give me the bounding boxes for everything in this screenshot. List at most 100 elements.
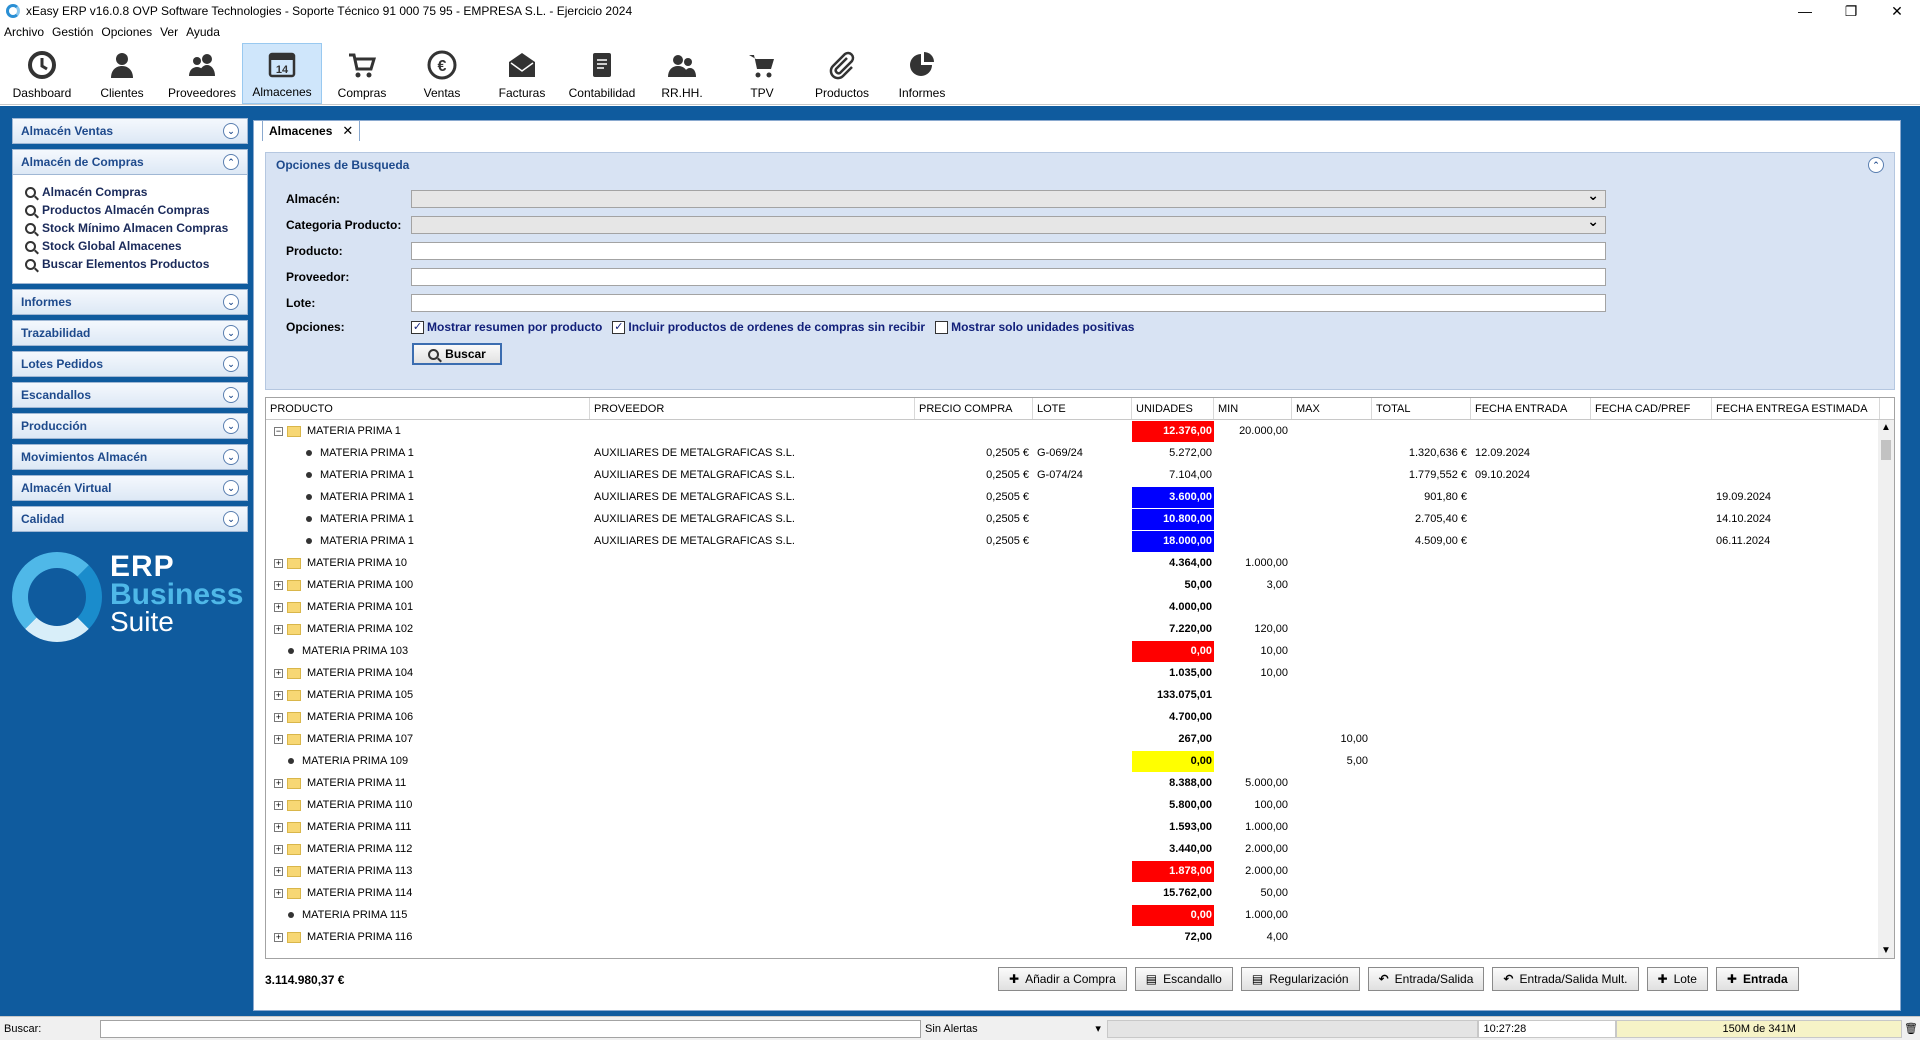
menu-opciones[interactable]: Opciones <box>101 25 152 39</box>
vertical-scrollbar[interactable]: ▲ ▼ <box>1878 420 1894 958</box>
column-header[interactable]: MIN <box>1214 398 1292 419</box>
sidebar-item-buscar-elementos[interactable]: Buscar Elementos Productos <box>25 255 235 273</box>
table-row[interactable]: + MATERIA PRIMA 105 133.075,01 <box>266 684 1894 706</box>
alerts-select[interactable]: Sin Alertas ▾ <box>921 1020 1107 1038</box>
sidebar-section-movimientos[interactable]: Movimientos Almacén ⌄ <box>12 444 248 470</box>
tab-almacenes[interactable]: Almacenes ✕ <box>262 120 361 141</box>
option-positivas-checkbox[interactable]: Mostrar solo unidades positivas <box>935 320 1134 334</box>
sidebar-section-informes[interactable]: Informes ⌄ <box>12 289 248 315</box>
close-window-button[interactable]: ✕ <box>1874 0 1920 22</box>
action-button-a-adir-a-compra[interactable]: ✚ Añadir a Compra <box>998 967 1127 991</box>
table-row[interactable]: + MATERIA PRIMA 100 50,00 3,00 <box>266 574 1894 596</box>
table-row[interactable]: MATERIA PRIMA 115 0,00 1.000,00 <box>266 904 1894 926</box>
toolbar-dashboard[interactable]: Dashboard <box>2 43 82 104</box>
expand-icon[interactable]: + <box>274 712 283 722</box>
proveedor-input[interactable] <box>411 268 1606 286</box>
sidebar-section-produccion[interactable]: Producción ⌄ <box>12 413 248 439</box>
close-tab-icon[interactable]: ✕ <box>342 123 353 139</box>
action-button-escandallo[interactable]: ▤ Escandallo <box>1134 967 1233 991</box>
menu-archivo[interactable]: Archivo <box>4 25 44 39</box>
table-row[interactable]: − MATERIA PRIMA 1 12.376,00 20.000,00 <box>266 420 1894 442</box>
table-row[interactable]: + MATERIA PRIMA 111 1.593,00 1.000,00 <box>266 816 1894 838</box>
option-ordenes-checkbox[interactable]: ✓ Incluir productos de ordenes de compras… <box>612 320 925 334</box>
toolbar-clientes[interactable]: Clientes <box>82 43 162 104</box>
sidebar-item-productos-almacen[interactable]: Productos Almacén Compras <box>25 201 235 219</box>
sidebar-item-stock-minimo[interactable]: Stock Mínimo Almacen Compras <box>25 219 235 237</box>
table-row[interactable]: + MATERIA PRIMA 116 72,00 4,00 <box>266 926 1894 948</box>
table-row[interactable]: + MATERIA PRIMA 114 15.762,00 50,00 <box>266 882 1894 904</box>
column-header[interactable]: PRECIO COMPRA <box>915 398 1033 419</box>
expand-icon[interactable]: + <box>274 822 283 832</box>
toolbar-ventas[interactable]: € Ventas <box>402 43 482 104</box>
table-row[interactable]: MATERIA PRIMA 1 AUXILIARES DE METALGRAFIC… <box>266 508 1894 530</box>
sidebar-section-trazabilidad[interactable]: Trazabilidad ⌄ <box>12 320 248 346</box>
action-button-entrada-salida[interactable]: ↶ Entrada/Salida <box>1367 967 1485 991</box>
table-row[interactable]: MATERIA PRIMA 1 AUXILIARES DE METALGRAFIC… <box>266 530 1894 552</box>
sidebar-section-calidad[interactable]: Calidad ⌄ <box>12 506 248 532</box>
menu-ver[interactable]: Ver <box>160 25 178 39</box>
toolbar-informes[interactable]: Informes <box>882 43 962 104</box>
scroll-down-icon[interactable]: ▼ <box>1881 945 1891 956</box>
producto-input[interactable] <box>411 242 1606 260</box>
table-row[interactable]: + MATERIA PRIMA 106 4.700,00 <box>266 706 1894 728</box>
column-header[interactable]: TOTAL <box>1372 398 1471 419</box>
table-row[interactable]: + MATERIA PRIMA 11 8.388,00 5.000,00 <box>266 772 1894 794</box>
search-panel-header[interactable]: Opciones de Busqueda ⌃ <box>266 153 1894 177</box>
table-row[interactable]: + MATERIA PRIMA 112 3.440,00 2.000,00 <box>266 838 1894 860</box>
column-header[interactable]: MAX <box>1292 398 1372 419</box>
table-row[interactable]: + MATERIA PRIMA 101 4.000,00 <box>266 596 1894 618</box>
table-row[interactable]: MATERIA PRIMA 1 AUXILIARES DE METALGRAFIC… <box>266 442 1894 464</box>
expand-icon[interactable]: + <box>274 668 283 678</box>
garbage-collect-icon[interactable]: 🗑 <box>1902 1022 1920 1035</box>
toolbar-rrhh[interactable]: RR.HH. <box>642 43 722 104</box>
toolbar-almacenes[interactable]: 14 Almacenes <box>242 43 322 104</box>
table-row[interactable]: + MATERIA PRIMA 104 1.035,00 10,00 <box>266 662 1894 684</box>
column-header[interactable]: FECHA ENTRADA <box>1471 398 1591 419</box>
scroll-thumb[interactable] <box>1881 440 1891 460</box>
expand-icon[interactable]: + <box>274 690 283 700</box>
sidebar-section-lotes-pedidos[interactable]: Lotes Pedidos ⌄ <box>12 351 248 377</box>
sidebar-section-almacen-ventas[interactable]: Almacén Ventas ⌄ <box>12 118 248 144</box>
expand-icon[interactable]: + <box>274 866 283 876</box>
menu-gestion[interactable]: Gestión <box>52 25 93 39</box>
sidebar-section-almacen-compras[interactable]: Almacén de Compras ⌃ <box>12 149 248 175</box>
action-button-entrada[interactable]: ✚ Entrada <box>1715 967 1799 991</box>
maximize-button[interactable]: ❐ <box>1828 0 1874 22</box>
expand-icon[interactable]: + <box>274 778 283 788</box>
expand-icon[interactable]: + <box>274 602 283 612</box>
table-row[interactable]: + MATERIA PRIMA 107 267,00 10,00 <box>266 728 1894 750</box>
expand-icon[interactable]: + <box>274 734 283 744</box>
expand-icon[interactable]: + <box>274 844 283 854</box>
sidebar-item-stock-global[interactable]: Stock Global Almacenes <box>25 237 235 255</box>
buscar-button[interactable]: Buscar <box>412 343 502 365</box>
collapse-icon[interactable]: − <box>274 426 283 436</box>
scroll-up-icon[interactable]: ▲ <box>1881 422 1891 433</box>
column-header[interactable]: PROVEEDOR <box>590 398 915 419</box>
expand-icon[interactable]: + <box>274 624 283 634</box>
table-row[interactable]: MATERIA PRIMA 103 0,00 10,00 <box>266 640 1894 662</box>
chevron-up-icon[interactable]: ⌃ <box>1868 157 1884 173</box>
minimize-button[interactable]: — <box>1782 0 1828 22</box>
sidebar-section-escandallos[interactable]: Escandallos ⌄ <box>12 382 248 408</box>
table-row[interactable]: + MATERIA PRIMA 10 4.364,00 1.000,00 <box>266 552 1894 574</box>
option-resumen-checkbox[interactable]: ✓ Mostrar resumen por producto <box>411 320 602 334</box>
column-header[interactable]: LOTE <box>1033 398 1132 419</box>
table-row[interactable]: MATERIA PRIMA 1 AUXILIARES DE METALGRAFIC… <box>266 486 1894 508</box>
expand-icon[interactable]: + <box>274 888 283 898</box>
column-header[interactable]: FECHA ENTREGA ESTIMADA <box>1712 398 1880 419</box>
action-button-lote[interactable]: ✚ Lote <box>1646 967 1708 991</box>
column-header[interactable]: UNIDADES <box>1132 398 1214 419</box>
toolbar-contabilidad[interactable]: Contabilidad <box>562 43 642 104</box>
toolbar-compras[interactable]: Compras <box>322 43 402 104</box>
toolbar-productos[interactable]: Productos <box>802 43 882 104</box>
lote-input[interactable] <box>411 294 1606 312</box>
expand-icon[interactable]: + <box>274 580 283 590</box>
column-header[interactable]: PRODUCTO <box>266 398 590 419</box>
table-row[interactable]: MATERIA PRIMA 109 0,00 5,00 <box>266 750 1894 772</box>
table-row[interactable]: + MATERIA PRIMA 110 5.800,00 100,00 <box>266 794 1894 816</box>
action-button-regularizaci-n[interactable]: ▤ Regularización <box>1240 967 1360 991</box>
column-header[interactable]: FECHA CAD/PREF <box>1591 398 1712 419</box>
table-row[interactable]: MATERIA PRIMA 1 AUXILIARES DE METALGRAFIC… <box>266 464 1894 486</box>
sidebar-item-almacen-compras[interactable]: Almacén Compras <box>25 183 235 201</box>
expand-icon[interactable]: + <box>274 800 283 810</box>
